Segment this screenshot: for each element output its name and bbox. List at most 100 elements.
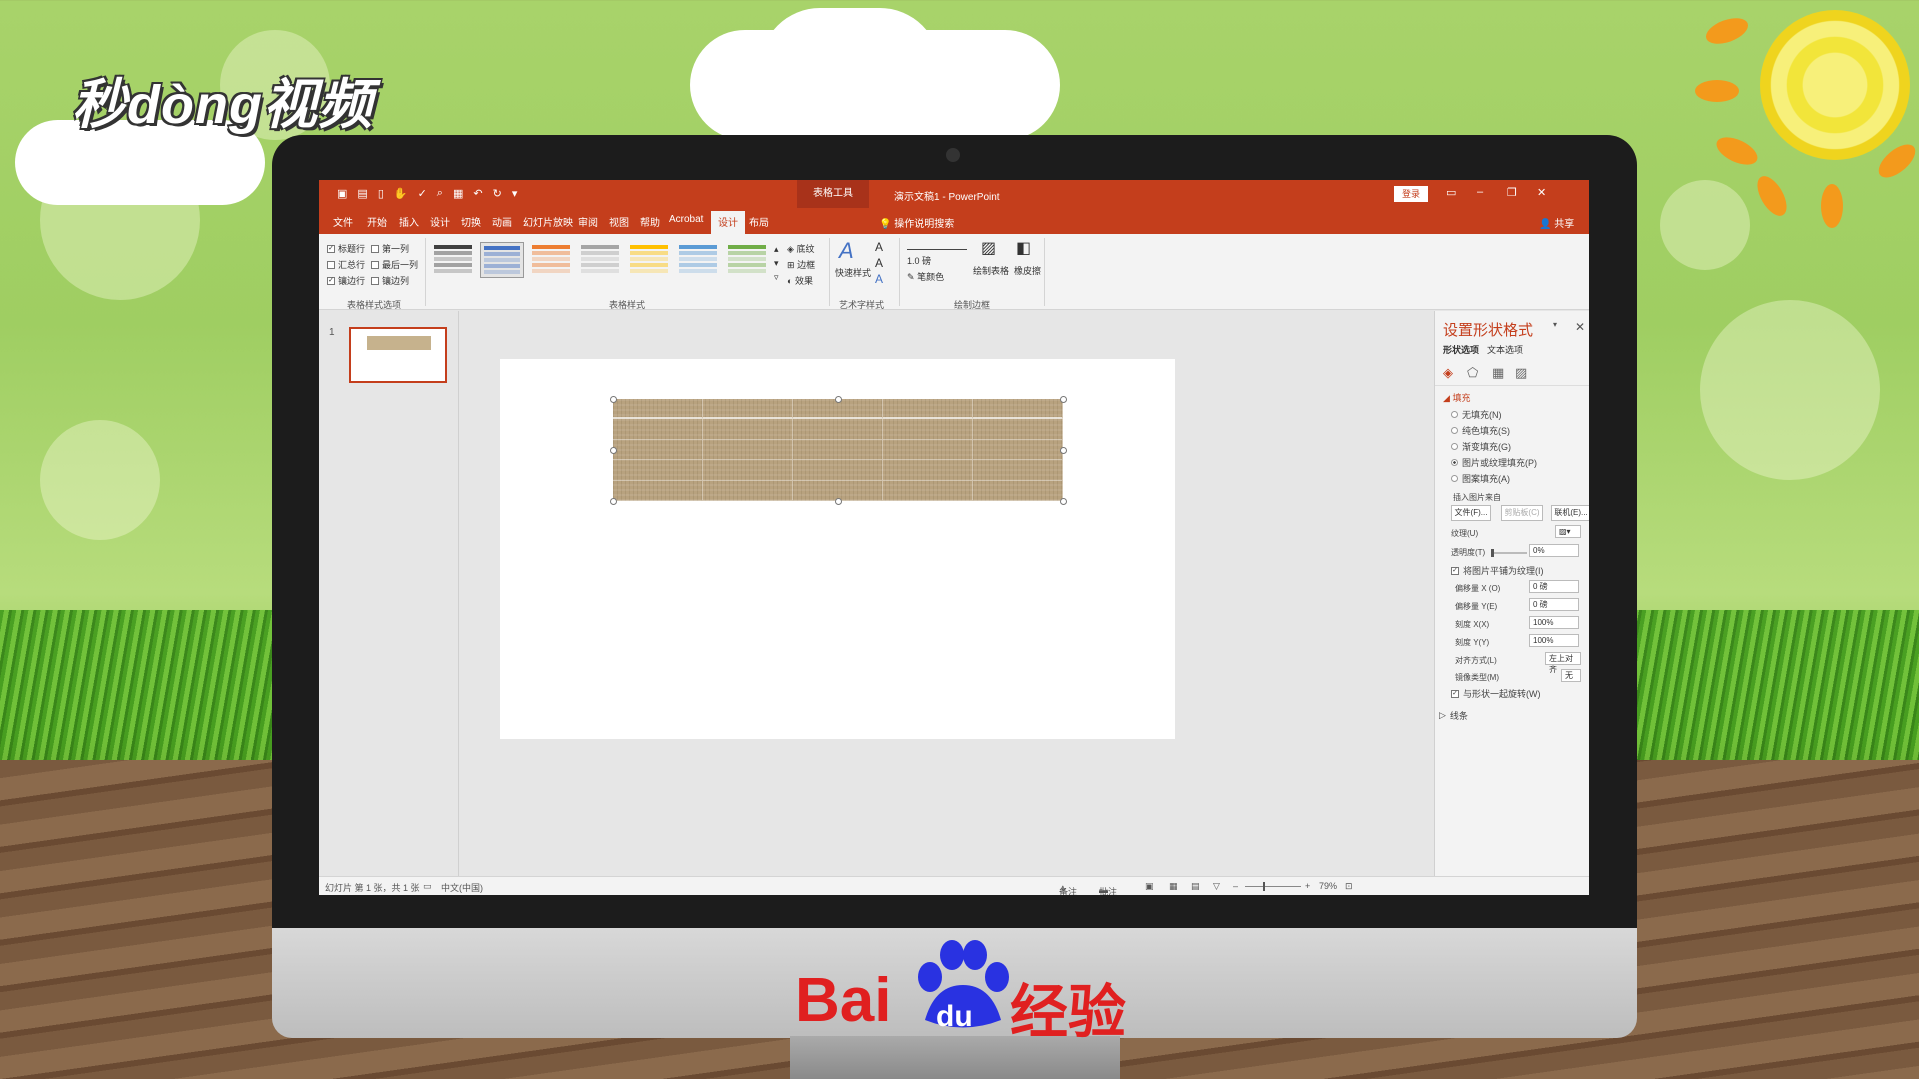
tab-slideshow[interactable]: 幻灯片放映 [523, 214, 573, 229]
zoom-level[interactable]: 79% [1319, 881, 1337, 891]
online-button[interactable]: 联机(E)... [1551, 505, 1589, 521]
resize-handle[interactable] [1060, 498, 1067, 505]
resize-handle[interactable] [610, 396, 617, 403]
text-effects-icon[interactable]: A [875, 272, 883, 286]
scale-x-input[interactable]: 100% [1529, 616, 1579, 629]
slideshow-icon[interactable]: ▽ [1213, 881, 1220, 892]
eraser-button[interactable]: 橡皮擦 [1014, 264, 1041, 277]
picture-icon[interactable]: ▨ [1515, 365, 1527, 381]
tab-table-design[interactable]: 设计 [711, 211, 745, 234]
tab-acrobat[interactable]: Acrobat [669, 214, 703, 225]
alignment-dropdown[interactable]: 左上对齐 [1545, 652, 1581, 674]
textured-table[interactable] [613, 399, 1063, 501]
wordart-a-icon[interactable]: A [839, 238, 854, 264]
reading-view-icon[interactable]: ▤ [1191, 881, 1200, 892]
tab-help[interactable]: 帮助 [640, 214, 660, 229]
undo-icon[interactable]: ↶ [473, 187, 482, 200]
tab-view[interactable]: 视图 [609, 214, 629, 229]
line-section-header[interactable]: ▷ 线条 [1439, 709, 1468, 722]
resize-handle[interactable] [610, 447, 617, 454]
table-style-option[interactable] [431, 242, 475, 278]
language-indicator[interactable]: 中文(中国) [441, 881, 483, 894]
size-properties-icon[interactable]: ▦ [1492, 365, 1504, 381]
tab-text-options[interactable]: 文本选项 [1487, 343, 1523, 356]
gallery-more-icon[interactable]: ▿ [774, 272, 779, 283]
gallery-down-icon[interactable]: ▾ [774, 258, 779, 269]
minimize-icon[interactable]: – [1477, 186, 1483, 198]
effects-button[interactable]: ◐ 效果 [787, 274, 813, 287]
fit-slide-icon[interactable]: ⊡ [1345, 881, 1353, 892]
banded-rows-checkbox[interactable]: ✓ 镶边行 [327, 274, 365, 287]
tile-checkbox[interactable]: ✓ 将图片平铺为纹理(I) [1451, 564, 1544, 577]
slide-canvas[interactable] [500, 359, 1175, 739]
banded-columns-checkbox[interactable]: 镶边列 [371, 274, 409, 287]
pen-style-dropdown[interactable] [907, 240, 967, 250]
resize-handle[interactable] [835, 396, 842, 403]
first-column-checkbox[interactable]: 第一列 [371, 242, 409, 255]
tab-design[interactable]: 设计 [430, 214, 450, 229]
radio-picture-fill[interactable]: 图片或纹理填充(P) [1451, 456, 1537, 469]
customize-qat-icon[interactable]: ▾ [512, 187, 518, 200]
text-fill-icon[interactable]: A [875, 240, 883, 254]
transparency-slider[interactable] [1491, 549, 1527, 557]
slider-thumb[interactable] [1491, 549, 1494, 557]
tab-shape-options[interactable]: 形状选项 [1443, 343, 1479, 356]
zoom-slider[interactable] [1245, 886, 1301, 887]
login-button[interactable]: 登录 [1394, 186, 1428, 202]
quick-styles-button[interactable]: 快速样式 [835, 266, 871, 279]
last-column-checkbox[interactable]: 最后一列 [371, 258, 418, 271]
zoom-out-icon[interactable]: – [1233, 881, 1238, 891]
texture-picker[interactable]: ▨▾ [1555, 525, 1581, 538]
tab-file[interactable]: 文件 [333, 214, 353, 229]
pen-color-button[interactable]: ✎ 笔颜色 [907, 270, 944, 283]
table-style-option[interactable] [480, 242, 524, 278]
radio-gradient-fill[interactable]: 渐变填充(G) [1451, 440, 1511, 453]
offset-y-input[interactable]: 0 磅 [1529, 598, 1579, 611]
restore-icon[interactable]: ❐ [1507, 186, 1517, 199]
pane-options-icon[interactable]: ▾ [1553, 320, 1557, 329]
text-outline-icon[interactable]: A [875, 256, 883, 270]
table-style-option[interactable] [529, 242, 573, 278]
zoom-in-icon[interactable]: + [1305, 881, 1310, 891]
table-style-option[interactable] [627, 242, 671, 278]
radio-no-fill[interactable]: 无填充(N) [1451, 408, 1502, 421]
table-style-option[interactable] [725, 242, 769, 278]
tab-table-layout[interactable]: 布局 [749, 214, 769, 229]
open-icon[interactable]: ▤ [357, 187, 367, 200]
radio-pattern-fill[interactable]: 图案填充(A) [1451, 472, 1510, 485]
tell-me-search[interactable]: 💡 操作说明搜索 [879, 215, 954, 230]
tab-transitions[interactable]: 切换 [461, 214, 481, 229]
tab-animations[interactable]: 动画 [492, 214, 512, 229]
fill-section-header[interactable]: ◢ 填充 [1443, 391, 1470, 404]
header-row-checkbox[interactable]: ✓ 标题行 [327, 242, 365, 255]
slide-sorter-icon[interactable]: ▦ [1169, 881, 1178, 892]
tab-review[interactable]: 审阅 [578, 214, 598, 229]
transparency-input[interactable]: 0% [1529, 544, 1579, 557]
fill-line-icon[interactable]: ◈ [1443, 365, 1453, 381]
accessibility-icon[interactable]: ▭ [423, 881, 432, 892]
mirror-dropdown[interactable]: 无 [1561, 669, 1581, 682]
effects-pentagon-icon[interactable]: ⬠ [1467, 365, 1478, 381]
resize-handle[interactable] [610, 498, 617, 505]
slide-thumbnail[interactable] [349, 327, 447, 383]
share-button[interactable]: 👤 共享 [1539, 215, 1574, 230]
radio-solid-fill[interactable]: 纯色填充(S) [1451, 424, 1510, 437]
table-style-option[interactable] [676, 242, 720, 278]
new-icon[interactable]: ▯ [378, 187, 384, 200]
zoom-slider-thumb[interactable] [1263, 882, 1265, 891]
shading-button[interactable]: ◈ 底纹 [787, 242, 814, 255]
close-icon[interactable]: ✕ [1537, 186, 1546, 199]
gallery-up-icon[interactable]: ▴ [774, 244, 779, 255]
save-icon[interactable]: ▣ [337, 187, 347, 200]
offset-x-input[interactable]: 0 磅 [1529, 580, 1579, 593]
spelling-icon[interactable]: ✓ [418, 187, 427, 200]
tab-home[interactable]: 开始 [367, 214, 387, 229]
table-style-option[interactable] [578, 242, 622, 278]
touch-mode-icon[interactable]: ✋ [394, 187, 408, 200]
resize-handle[interactable] [835, 498, 842, 505]
format-painter-icon[interactable]: ▦ [453, 187, 463, 200]
total-row-checkbox[interactable]: 汇总行 [327, 258, 365, 271]
ribbon-display-icon[interactable]: ▭ [1446, 186, 1456, 199]
preview-icon[interactable]: ⌕ [437, 187, 443, 200]
borders-button[interactable]: ⊞ 边框 [787, 258, 815, 271]
